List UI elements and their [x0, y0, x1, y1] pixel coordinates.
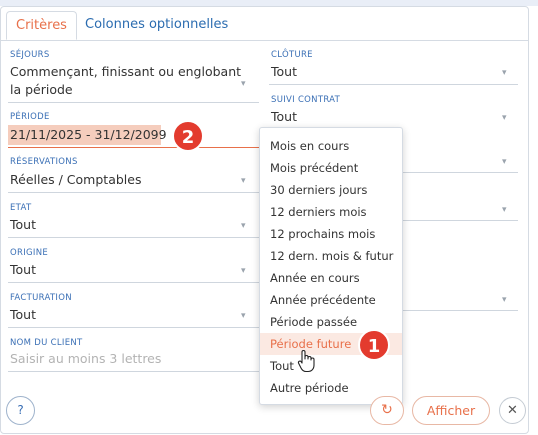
nom-client-underline	[8, 371, 259, 372]
dropdown-item-mois-en-cours[interactable]: Mois en cours	[260, 135, 402, 157]
dropdown-item-12-dern-mois-futur[interactable]: 12 dern. mois & futur	[260, 245, 402, 267]
dropdown-item-mois-precedent[interactable]: Mois précédent	[260, 157, 402, 179]
help-button[interactable]: ?	[6, 396, 35, 425]
tab-bar: Critères Colonnes optionnelles	[0, 6, 529, 41]
chevron-down-icon: ▾	[241, 79, 246, 89]
nom-client-label: NOM DU CLIENT	[10, 338, 83, 348]
reservations-underline	[8, 192, 259, 193]
sejours-value-line2: la période	[10, 82, 73, 97]
etat-underline	[8, 237, 259, 238]
sejours-value-line1: Commençant, finissant ou englobant	[10, 64, 242, 79]
origine-underline	[8, 282, 259, 283]
cloture-value: Tout	[271, 64, 297, 79]
dropdown-item-12-derniers-mois[interactable]: 12 derniers mois	[260, 201, 402, 223]
etat-value: Tout	[10, 217, 36, 232]
suivi-contrat-value: Tout	[271, 109, 297, 124]
chevron-down-icon: ▾	[502, 68, 507, 78]
chevron-down-icon: ▾	[502, 205, 507, 215]
dropdown-item-30-derniers-jours[interactable]: 30 derniers jours	[260, 179, 402, 201]
origine-value: Tout	[10, 262, 36, 277]
tab-criteres[interactable]: Critères	[6, 11, 77, 40]
chevron-down-icon: ▾	[502, 295, 507, 305]
sejours-underline	[8, 102, 259, 103]
dropdown-item-annee-precedente[interactable]: Année précédente	[260, 289, 402, 311]
chevron-down-icon: ▾	[241, 266, 246, 276]
reservations-value: Réelles / Comptables	[10, 172, 142, 187]
step-badge-2: 2	[172, 120, 204, 152]
chevron-down-icon: ▾	[502, 157, 507, 167]
facturation-value: Tout	[10, 307, 36, 322]
periode-input[interactable]: 21/11/2025 - 31/12/2099	[10, 126, 167, 144]
dropdown-item-12-prochains-mois[interactable]: 12 prochains mois	[260, 223, 402, 245]
tab-colonnes-optionnelles[interactable]: Colonnes optionnelles	[76, 11, 237, 40]
chevron-down-icon: ▾	[241, 221, 246, 231]
hand-cursor-icon	[297, 350, 315, 373]
sejours-label: SÉJOURS	[10, 50, 50, 60]
step-badge-1: 1	[358, 329, 390, 361]
dropdown-item-annee-en-cours[interactable]: Année en cours	[260, 267, 402, 289]
close-icon: ✕	[507, 403, 518, 418]
nom-client-placeholder: Saisir au moins 3 lettres	[10, 351, 162, 366]
refresh-icon: ↻	[381, 402, 393, 418]
periode-dropdown-menu: Mois en cours Mois précédent 30 derniers…	[259, 127, 403, 405]
chevron-down-icon: ▾	[241, 311, 246, 321]
facturation-underline	[8, 327, 259, 328]
facturation-label: FACTURATION	[10, 293, 72, 303]
chevron-down-icon: ▾	[502, 113, 507, 123]
reservations-label: RÉSERVATIONS	[10, 157, 78, 167]
etat-label: ETAT	[10, 203, 32, 213]
close-button[interactable]: ✕	[499, 397, 526, 424]
origine-label: ORIGINE	[10, 248, 49, 258]
cloture-underline	[269, 84, 518, 85]
suivi-contrat-label: SUIVI CONTRAT	[271, 95, 341, 105]
chevron-down-icon: ▾	[241, 176, 246, 186]
cloture-label: CLÔTURE	[271, 50, 313, 60]
reset-button[interactable]: ↻	[370, 396, 404, 425]
periode-underline-active	[8, 147, 259, 148]
afficher-button[interactable]: Afficher	[412, 396, 490, 425]
periode-label: PÉRIODE	[10, 112, 50, 122]
